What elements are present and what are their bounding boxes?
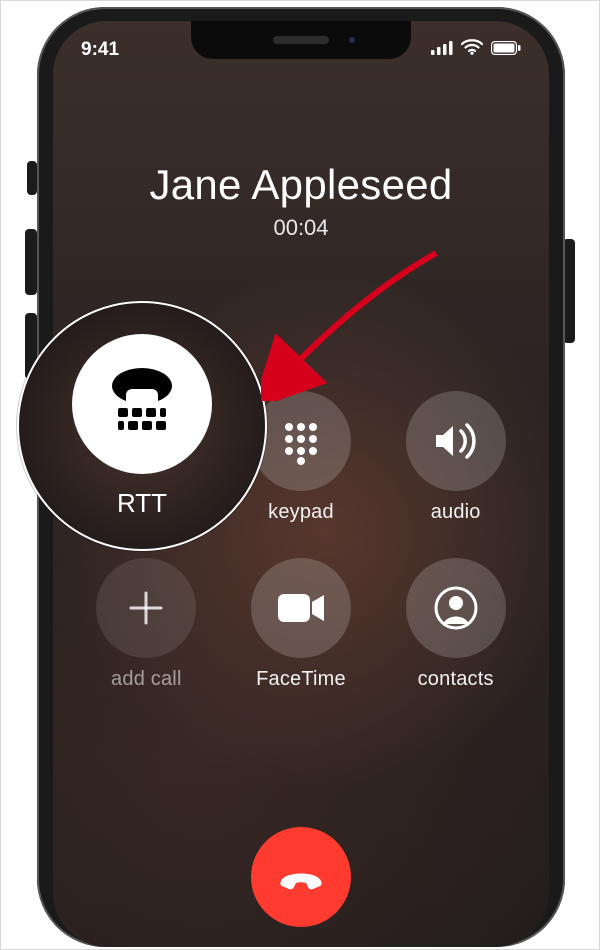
caller-name: Jane Appleseed <box>53 161 549 209</box>
audio-button[interactable]: audio <box>406 391 506 524</box>
wifi-icon <box>461 39 483 61</box>
rtt-callout-label: RTT <box>117 488 167 519</box>
rtt-callout: RTT <box>17 301 267 551</box>
rtt-icon <box>72 334 212 474</box>
call-duration: 00:04 <box>53 215 549 241</box>
status-bar: 9:41 <box>53 35 549 65</box>
mute-switch <box>27 161 37 195</box>
volume-up-button <box>25 229 37 295</box>
contacts-label: contacts <box>418 668 494 691</box>
contacts-button[interactable]: contacts <box>406 558 506 691</box>
battery-icon <box>491 39 521 61</box>
cellular-icon <box>431 39 453 61</box>
add-call-button[interactable]: add call <box>96 558 196 691</box>
add-call-label: add call <box>111 668 182 691</box>
keypad-label: keypad <box>268 501 334 524</box>
end-call-button[interactable] <box>251 827 351 927</box>
caller-info: Jane Appleseed 00:04 <box>53 161 549 241</box>
facetime-button[interactable]: FaceTime <box>251 558 351 691</box>
facetime-label: FaceTime <box>256 668 346 691</box>
hangup-icon <box>273 849 329 905</box>
audio-label: audio <box>431 501 481 524</box>
status-time: 9:41 <box>81 39 119 61</box>
